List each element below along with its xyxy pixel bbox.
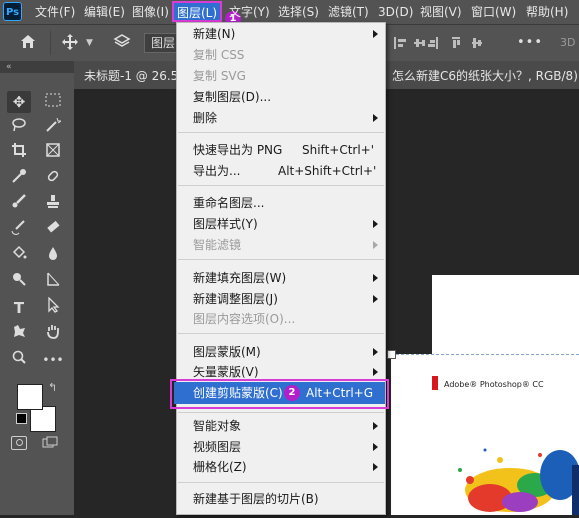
menu-item-smart-filter: 智能滤镜 xyxy=(193,238,242,252)
menu-window[interactable]: 窗口(W) xyxy=(471,0,516,24)
submenu-arrow-icon xyxy=(373,30,378,38)
menu-separator xyxy=(178,259,384,260)
menu-item-duplicate-layer[interactable]: 复制图层(D)... xyxy=(193,87,271,107)
menu-image[interactable]: 图像(I) xyxy=(132,0,169,24)
paint-bucket-icon[interactable] xyxy=(7,245,31,267)
submenu-arrow-icon xyxy=(373,220,378,228)
menu-item-layer-mask[interactable]: 图层蒙版(M) xyxy=(193,342,261,362)
history-brush-icon[interactable] xyxy=(7,219,31,241)
menu-separator xyxy=(178,132,384,133)
more-tools-icon[interactable]: ••• xyxy=(41,349,65,371)
quick-mask-icon[interactable] xyxy=(11,436,27,450)
step-badge-2: 2 xyxy=(284,385,300,401)
submenu-arrow-icon xyxy=(373,348,378,356)
submenu-arrow-icon xyxy=(373,295,378,303)
menu-item-smart-object[interactable]: 智能对象 xyxy=(193,416,241,436)
eyedropper-icon[interactable] xyxy=(7,168,31,190)
frame-tool-icon[interactable] xyxy=(41,142,65,164)
menu-item-layer-style[interactable]: 图层样式(Y) xyxy=(193,214,258,234)
menu-item-rename-layer[interactable]: 重命名图层... xyxy=(193,193,264,213)
3d-mode-label: 3D xyxy=(560,36,576,49)
align-icons[interactable] xyxy=(392,35,502,55)
menu-layer[interactable]: 图层(L) xyxy=(172,1,223,22)
menu-help[interactable]: 帮助(H) xyxy=(526,0,568,24)
home-icon[interactable] xyxy=(18,33,38,53)
move-tool-icon[interactable]: ✥ xyxy=(7,91,31,113)
menu-select[interactable]: 选择(S) xyxy=(278,0,319,24)
tools-collapse-button[interactable]: « xyxy=(0,61,74,73)
menu-item-quick-export-png[interactable]: 快速导出为 PNG xyxy=(193,140,282,160)
foreground-color-swatch[interactable] xyxy=(17,384,43,410)
adobe-logo-icon xyxy=(432,376,438,390)
move-icon[interactable] xyxy=(60,33,80,53)
pen-tool-icon[interactable] xyxy=(41,271,65,293)
type-tool-icon[interactable]: T xyxy=(7,297,31,319)
swap-colors-icon[interactable]: ↰ xyxy=(48,381,57,394)
menu-file[interactable]: 文件(F) xyxy=(35,0,75,24)
magic-wand-icon[interactable] xyxy=(41,117,65,139)
dodge-tool-icon[interactable] xyxy=(7,271,31,293)
menu-separator xyxy=(178,185,384,186)
menu-item-new-adjustment-layer[interactable]: 新建调整图层(J) xyxy=(193,289,278,309)
menu-item-copy-svg: 复制 SVG xyxy=(193,69,246,83)
shortcut-export-as: Alt+Shift+Ctrl+' xyxy=(278,164,377,178)
transform-handle[interactable] xyxy=(387,350,396,359)
document-tab-title-suffix: 怎么新建C6的纸张大小？, RGB/8) * xyxy=(392,69,579,83)
submenu-arrow-icon xyxy=(373,274,378,282)
screen-mode-icon[interactable] xyxy=(42,436,58,448)
menu-item-video-layer[interactable]: 视频图层 xyxy=(193,437,241,457)
marquee-tool-icon[interactable] xyxy=(41,91,65,113)
shortcut-clipping-mask: Alt+Ctrl+G xyxy=(306,386,374,400)
submenu-arrow-icon xyxy=(373,241,378,249)
submenu-arrow-icon xyxy=(373,463,378,471)
paint-splash-artwork xyxy=(440,430,579,515)
menu-separator xyxy=(178,412,384,413)
menu-item-new-layer-based-slice[interactable]: 新建基于图层的切片(B) xyxy=(193,489,319,509)
clone-stamp-icon[interactable] xyxy=(41,193,65,215)
layer-select-dropdown[interactable]: 图层 xyxy=(144,33,180,53)
shortcut-quick-export: Shift+Ctrl+' xyxy=(302,143,375,157)
options-divider xyxy=(50,31,51,55)
image-caption: Adobe® Photoshop® CC xyxy=(444,380,544,389)
chevron-down-icon[interactable]: ▼ xyxy=(86,38,93,48)
menu-3d[interactable]: 3D(D) xyxy=(378,0,413,24)
menu-filter[interactable]: 滤镜(T) xyxy=(328,0,369,24)
eraser-tool-icon[interactable] xyxy=(41,219,65,241)
submenu-arrow-icon xyxy=(373,368,378,376)
default-colors-icon[interactable] xyxy=(16,413,27,424)
healing-brush-icon[interactable] xyxy=(41,168,65,190)
menu-item-new-fill-layer[interactable]: 新建填充图层(W) xyxy=(193,268,286,288)
blur-tool-icon[interactable] xyxy=(41,245,65,267)
photoshop-logo: Ps xyxy=(3,2,22,21)
lasso-tool-icon[interactable] xyxy=(7,117,31,139)
crop-tool-icon[interactable] xyxy=(7,142,31,164)
transform-bounding-box xyxy=(391,354,579,356)
document-canvas xyxy=(432,275,579,355)
menu-item-copy-css: 复制 CSS xyxy=(193,48,245,62)
custom-shape-icon[interactable] xyxy=(7,323,31,345)
menu-item-export-as[interactable]: 导出为... xyxy=(193,161,240,181)
auto-select-icon[interactable] xyxy=(112,33,132,53)
document-tab-title: 未标题-1 @ 26.5 xyxy=(84,69,179,83)
submenu-arrow-icon xyxy=(373,443,378,451)
more-options-icon[interactable]: ••• xyxy=(517,35,543,50)
zoom-tool-icon[interactable] xyxy=(7,349,31,371)
menu-view[interactable]: 视图(V) xyxy=(420,0,462,24)
hand-tool-icon[interactable] xyxy=(41,323,65,345)
path-selection-icon[interactable] xyxy=(41,296,65,319)
menu-item-layer-content-options: 图层内容选项(O)... xyxy=(193,312,296,326)
menu-edit[interactable]: 编辑(E) xyxy=(84,0,125,24)
menu-separator xyxy=(178,482,384,483)
menu-item-delete[interactable]: 删除 xyxy=(193,108,217,128)
submenu-arrow-icon xyxy=(373,422,378,430)
submenu-arrow-icon xyxy=(373,114,378,122)
menu-type[interactable]: 文字(Y) xyxy=(229,0,270,24)
menu-item-rasterize[interactable]: 栅格化(Z) xyxy=(193,457,247,477)
menu-item-new[interactable]: 新建(N) xyxy=(193,24,235,44)
menu-separator xyxy=(178,333,384,334)
brush-tool-icon[interactable] xyxy=(7,193,31,215)
menu-item-create-clipping-mask[interactable]: 创建剪贴蒙版(C) xyxy=(193,383,283,403)
